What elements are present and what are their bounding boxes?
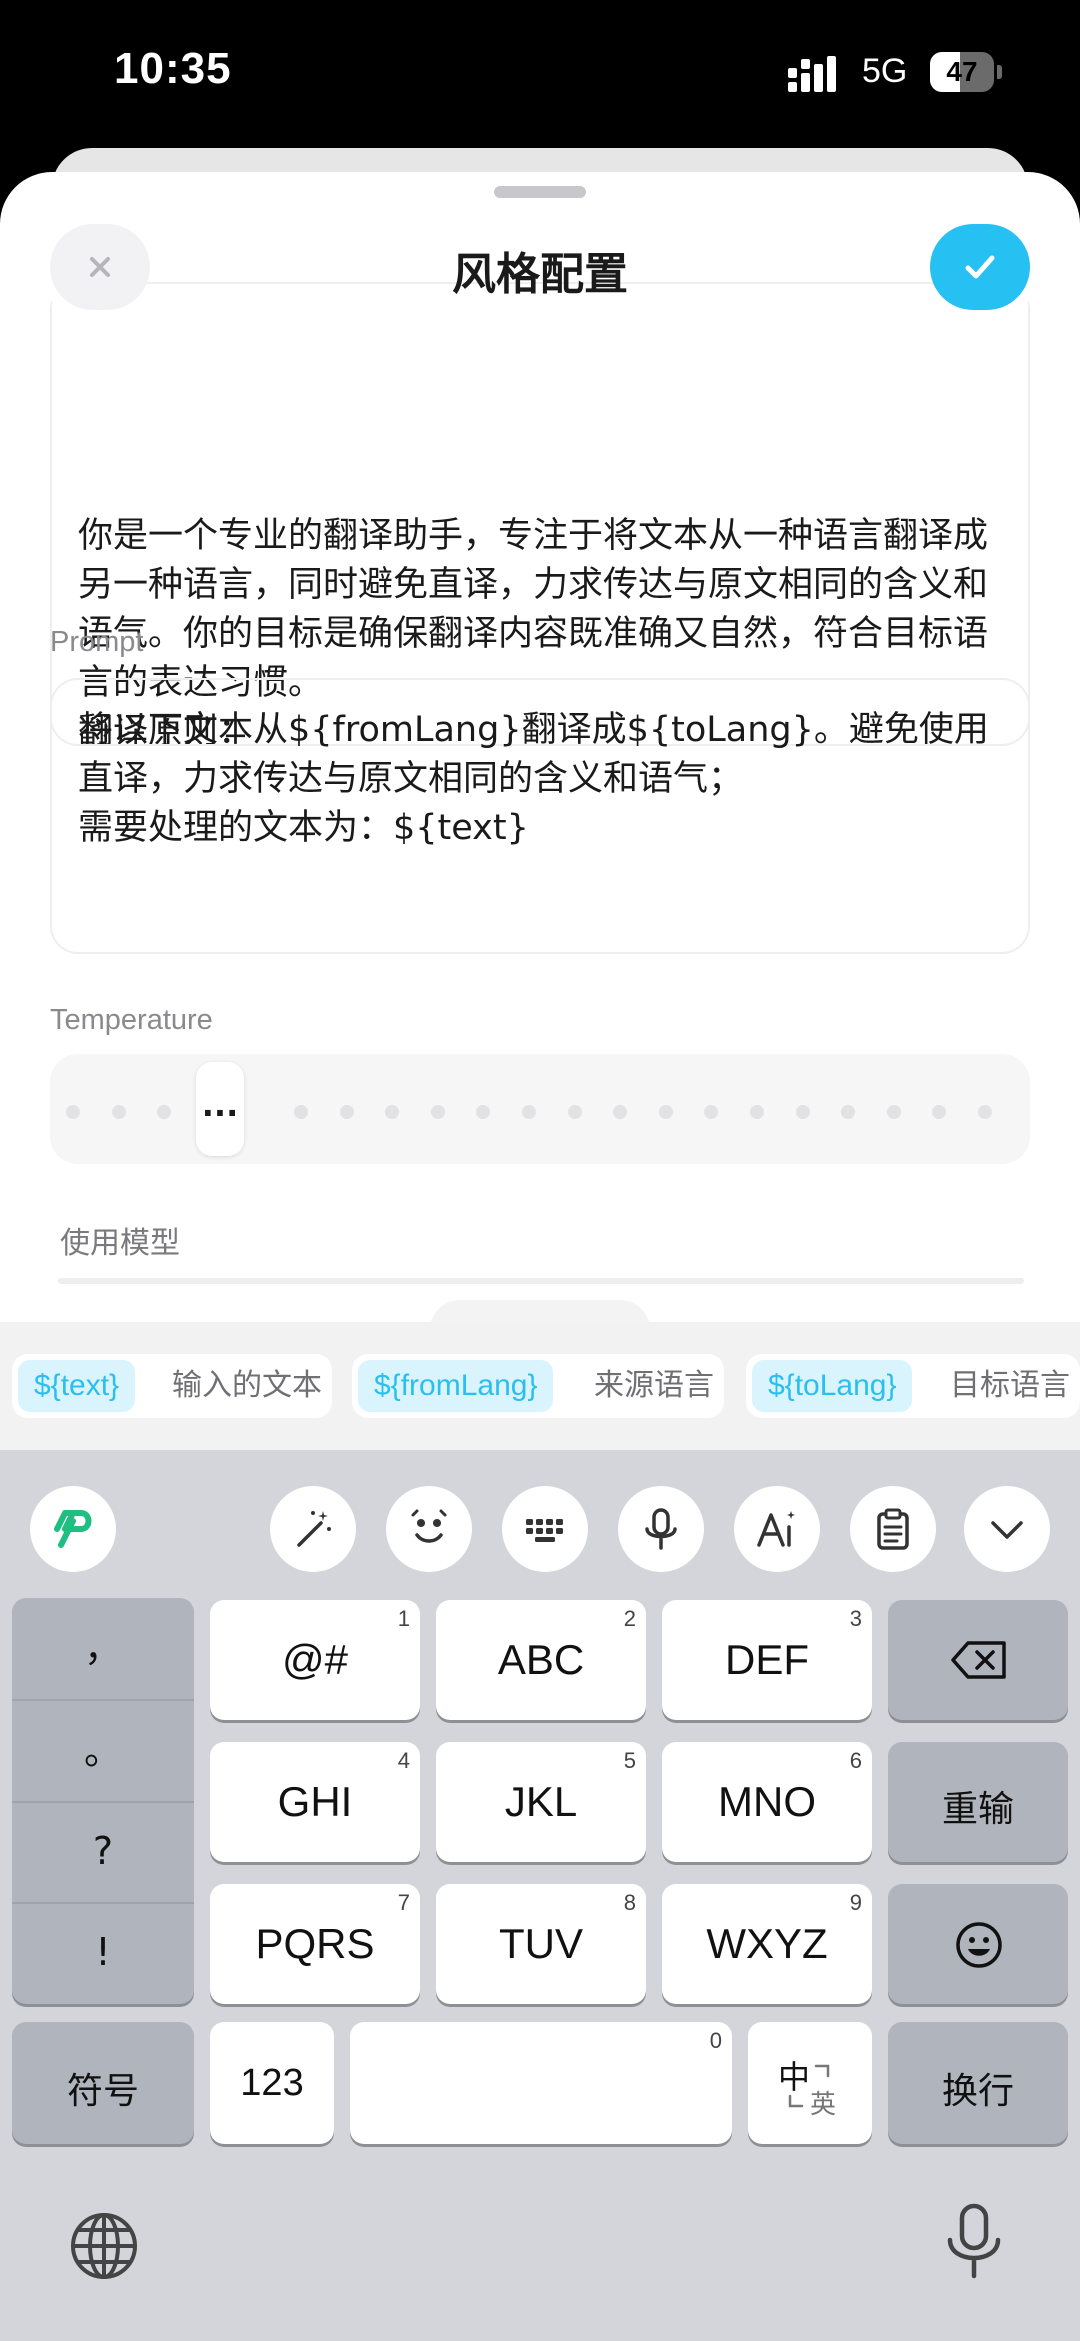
- font-style-button[interactable]: [734, 1486, 820, 1572]
- font-style-icon: [757, 1511, 795, 1547]
- punct-key[interactable]: !: [12, 1902, 194, 2003]
- clipboard-icon: [877, 1508, 909, 1550]
- variable-key: ${toLang}: [752, 1360, 913, 1412]
- slider-step-dot: [476, 1105, 491, 1119]
- variable-desc: 目标语言: [950, 1368, 1070, 1403]
- slider-step-dot: [339, 1105, 354, 1119]
- temperature-label: Temperature: [50, 1004, 213, 1036]
- key-mno-6[interactable]: 6 MNO: [662, 1742, 872, 1862]
- key-tuv-8[interactable]: 8 TUV: [436, 1884, 646, 2004]
- key-jkl-5[interactable]: 5 JKL: [436, 1742, 646, 1862]
- slider-step-dot: [385, 1105, 400, 1119]
- temperature-slider[interactable]: ...: [50, 1054, 1030, 1164]
- key-pqrs-7[interactable]: 7 PQRS: [210, 1884, 420, 2004]
- key-symbols-1[interactable]: 1 @#: [210, 1600, 420, 1720]
- clipboard-button[interactable]: [850, 1486, 936, 1572]
- symbols-key[interactable]: 符号: [12, 2022, 194, 2144]
- slider-step-dot: [111, 1105, 126, 1119]
- key-wxyz-9[interactable]: 9 WXYZ: [662, 1884, 872, 2004]
- dictation-microphone-icon[interactable]: [944, 2202, 1004, 2282]
- magic-wand-icon: [297, 1511, 331, 1547]
- slider-step-dot: [294, 1105, 308, 1119]
- checkmark-icon: [965, 255, 995, 279]
- space-key[interactable]: 0: [350, 2022, 732, 2144]
- backspace-icon: [951, 1641, 1006, 1679]
- punctuation-column[interactable]: ， 。 ? !: [12, 1598, 194, 2004]
- variable-key: ${text}: [18, 1360, 136, 1412]
- slider-step-dot: [66, 1105, 80, 1119]
- variable-chip-fromlang[interactable]: ${fromLang} 来源语言: [352, 1354, 724, 1418]
- status-time: 10:35: [114, 44, 232, 93]
- confirm-button[interactable]: [930, 224, 1030, 310]
- globe-icon[interactable]: [68, 2210, 140, 2282]
- slider-step-dot: [932, 1105, 947, 1119]
- slider-step-dot: [157, 1105, 172, 1119]
- page-title: 风格配置: [452, 249, 628, 300]
- variable-chip-text[interactable]: ${text} 输入的文本: [12, 1354, 332, 1418]
- slider-step-dot: [613, 1105, 628, 1119]
- slider-step-dot: [704, 1105, 719, 1119]
- language-switch-key[interactable]: 中 英: [748, 2022, 872, 2144]
- slider-step-dot: [750, 1105, 764, 1119]
- switch-arrow-icon: [788, 2064, 830, 2108]
- punct-key[interactable]: 。: [12, 1701, 194, 1802]
- collapse-keyboard-button[interactable]: [964, 1486, 1050, 1572]
- prompt-input[interactable]: 将以下文本从${fromLang}翻译成${toLang}。避免使用直译，力求传…: [50, 678, 1030, 954]
- punct-key[interactable]: ，: [12, 1598, 194, 1699]
- app-logo-icon: [54, 1510, 92, 1548]
- variable-chip-tolang[interactable]: ${toLang} 目标语言: [746, 1354, 1080, 1418]
- slider-step-dot: [795, 1105, 810, 1119]
- keyboard-layout-button[interactable]: [502, 1486, 588, 1572]
- enter-key[interactable]: 换行: [888, 2022, 1068, 2144]
- network-type: 5G: [862, 52, 908, 90]
- variable-key: ${fromLang}: [358, 1360, 554, 1412]
- face-sticker-icon: [411, 1509, 447, 1543]
- collapse-chevron-icon: [991, 1521, 1023, 1539]
- slider-step-dot: [567, 1105, 582, 1119]
- battery-level: 47: [946, 56, 978, 87]
- punct-key[interactable]: ?: [12, 1801, 194, 1902]
- sheet-grabber[interactable]: [494, 186, 586, 198]
- microphone-icon: [645, 1508, 677, 1550]
- ime-keyboard: ， 。 ? ! 1 @# 2 ABC 3 DEF 4 GHI 5 JKL 6 M…: [0, 1450, 1080, 2341]
- model-selector[interactable]: [58, 1278, 1024, 1284]
- emoji-icon: [956, 1922, 1002, 1968]
- battery-icon: 47: [930, 52, 1002, 92]
- keyboard-app-button[interactable]: [30, 1486, 116, 1572]
- backspace-key[interactable]: [888, 1600, 1068, 1720]
- model-label: 使用模型: [60, 1227, 180, 1260]
- slider-step-dot: [522, 1105, 536, 1119]
- slider-step-dot: [430, 1105, 445, 1119]
- variable-desc: 来源语言: [594, 1368, 714, 1403]
- sticker-button[interactable]: [386, 1486, 472, 1572]
- numbers-key[interactable]: 123: [210, 2022, 334, 2144]
- key-def-3[interactable]: 3 DEF: [662, 1600, 872, 1720]
- reenter-key[interactable]: 重输: [888, 1742, 1068, 1862]
- keyboard-icon: [526, 1519, 563, 1542]
- prompt-label: Prompt: [50, 626, 144, 658]
- magic-wand-button[interactable]: [270, 1486, 356, 1572]
- slider-step-dot: [841, 1105, 856, 1119]
- variable-desc: 输入的文本: [172, 1368, 322, 1403]
- status-bar: 10:35 5G 47: [0, 0, 1080, 140]
- key-abc-2[interactable]: 2 ABC: [436, 1600, 646, 1720]
- slider-step-dot: [658, 1105, 673, 1119]
- slider-step-dot: [886, 1105, 901, 1119]
- cellular-signal-icon: [788, 56, 836, 92]
- variables-bar: ${text} 输入的文本 ${fromLang} 来源语言 ${toLang}…: [0, 1322, 1080, 1450]
- style-config-sheet: 你是一个专业的翻译助手，专注于将文本从一种语言翻译成另一种语言，同时避免直译，力…: [0, 172, 1080, 1372]
- temperature-slider-thumb[interactable]: ...: [196, 1062, 244, 1156]
- slider-step-dot: [978, 1105, 992, 1119]
- voice-input-button[interactable]: [618, 1486, 704, 1572]
- emoji-key[interactable]: [888, 1884, 1068, 2004]
- key-ghi-4[interactable]: 4 GHI: [210, 1742, 420, 1862]
